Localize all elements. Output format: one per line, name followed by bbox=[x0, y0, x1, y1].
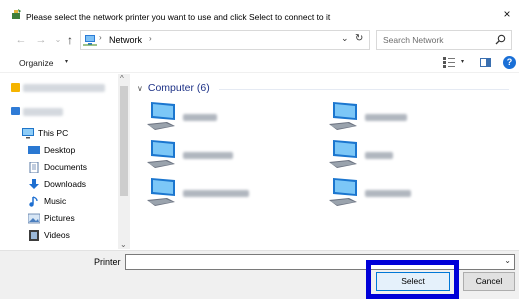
pictures-icon bbox=[28, 213, 40, 223]
command-bar: Organize ▾ ▾ ? bbox=[0, 53, 519, 73]
select-highlight-box bbox=[366, 260, 459, 299]
sidebar-item-label: Downloads bbox=[44, 179, 87, 189]
search-input[interactable]: Search Network bbox=[376, 30, 512, 50]
help-icon[interactable]: ? bbox=[503, 56, 516, 69]
desktop-icon bbox=[28, 145, 40, 154]
quick-access-item-blurred[interactable] bbox=[23, 108, 63, 116]
printer-label: Printer bbox=[94, 257, 121, 267]
chevron-down-icon[interactable]: ⌄ bbox=[504, 256, 511, 265]
drive-icon bbox=[11, 107, 20, 115]
device-name-blurred bbox=[365, 114, 407, 121]
organize-button[interactable]: Organize bbox=[19, 58, 54, 68]
downloads-icon bbox=[29, 178, 39, 189]
network-computer-item[interactable] bbox=[327, 178, 477, 210]
chevron-down-icon: ∨ bbox=[137, 83, 143, 93]
close-button[interactable]: × bbox=[495, 4, 519, 24]
music-icon bbox=[29, 195, 38, 207]
device-name-blurred bbox=[183, 114, 217, 121]
address-row: ← → ⌄ ↑ › Network › ⌄ ↻ Search Network bbox=[0, 28, 519, 52]
up-button[interactable]: ↑ bbox=[63, 33, 77, 47]
chevron-down-icon[interactable]: ▾ bbox=[461, 58, 464, 65]
computer-icon bbox=[147, 140, 175, 168]
breadcrumb-separator[interactable]: › bbox=[149, 34, 152, 43]
back-button[interactable]: ← bbox=[14, 33, 28, 47]
title-bar: Please select the network printer you wa… bbox=[0, 0, 519, 27]
network-computer-item[interactable] bbox=[145, 178, 295, 210]
documents-icon bbox=[29, 161, 39, 173]
sidebar-item-label: Videos bbox=[44, 230, 70, 240]
device-name-blurred bbox=[183, 190, 249, 197]
scroll-down-button[interactable]: ⌄ bbox=[120, 240, 127, 249]
sidebar-item-desktop[interactable]: Desktop bbox=[28, 143, 75, 157]
sidebar-item-downloads[interactable]: Downloads bbox=[28, 177, 86, 191]
computer-icon bbox=[329, 140, 357, 168]
network-computer-item[interactable] bbox=[327, 102, 477, 134]
network-computer-item[interactable] bbox=[145, 102, 295, 134]
sidebar-item-pictures[interactable]: Pictures bbox=[28, 211, 75, 225]
sidebar-item-label: Pictures bbox=[44, 213, 75, 223]
videos-icon bbox=[29, 229, 39, 241]
forward-button[interactable]: → bbox=[34, 33, 48, 47]
computer-icon bbox=[329, 102, 357, 130]
printer-connect-icon bbox=[12, 9, 21, 19]
group-divider bbox=[219, 89, 509, 90]
network-icon bbox=[83, 35, 97, 46]
search-icon bbox=[495, 34, 506, 45]
navigation-pane: This PC Desktop Documents Downloads Musi… bbox=[0, 74, 130, 249]
cancel-button[interactable]: Cancel bbox=[463, 272, 515, 291]
sidebar-item-music[interactable]: Music bbox=[28, 194, 66, 208]
quick-access-item-blurred[interactable] bbox=[23, 84, 105, 92]
scrollbar-thumb[interactable] bbox=[120, 86, 128, 196]
sidebar-item-label: Music bbox=[44, 196, 67, 206]
computer-icon bbox=[147, 102, 175, 130]
refresh-button[interactable]: ↻ bbox=[355, 33, 363, 44]
computer-icon bbox=[22, 127, 34, 138]
sidebar-item-label: This PC bbox=[38, 128, 69, 138]
window-title: Please select the network printer you wa… bbox=[26, 12, 331, 22]
breadcrumb-separator[interactable]: › bbox=[99, 33, 102, 42]
device-name-blurred bbox=[183, 152, 233, 159]
computer-icon bbox=[147, 178, 175, 206]
chevron-down-icon[interactable]: ▾ bbox=[65, 58, 68, 65]
scroll-up-button[interactable]: ^ bbox=[120, 74, 124, 83]
device-name-blurred bbox=[365, 152, 393, 159]
content-pane: ∨ Computer (6) bbox=[131, 74, 519, 249]
sidebar-item-documents[interactable]: Documents bbox=[28, 160, 87, 174]
navigation-scrollbar[interactable]: ^ ⌄ bbox=[118, 74, 130, 249]
sidebar-item-videos[interactable]: Videos bbox=[28, 228, 70, 242]
folder-icon bbox=[11, 83, 20, 92]
network-computer-item[interactable] bbox=[327, 140, 477, 172]
sidebar-item-label: Desktop bbox=[44, 145, 76, 155]
view-options-icon[interactable] bbox=[443, 57, 455, 68]
sidebar-item-this-pc[interactable]: This PC bbox=[22, 126, 68, 140]
computer-icon bbox=[329, 178, 357, 206]
preview-pane-icon[interactable] bbox=[480, 58, 491, 67]
group-header-label: Computer (6) bbox=[147, 82, 210, 94]
search-placeholder: Search Network bbox=[383, 35, 444, 45]
group-header-computer[interactable]: ∨ Computer (6) bbox=[137, 82, 210, 94]
sidebar-item-label: Documents bbox=[44, 162, 87, 172]
network-computer-item[interactable] bbox=[145, 140, 295, 172]
address-dropdown-button[interactable]: ⌄ bbox=[341, 33, 349, 44]
address-bar[interactable]: › Network › ⌄ ↻ bbox=[80, 30, 370, 50]
breadcrumb-network[interactable]: Network bbox=[109, 34, 142, 46]
device-name-blurred bbox=[365, 190, 411, 197]
